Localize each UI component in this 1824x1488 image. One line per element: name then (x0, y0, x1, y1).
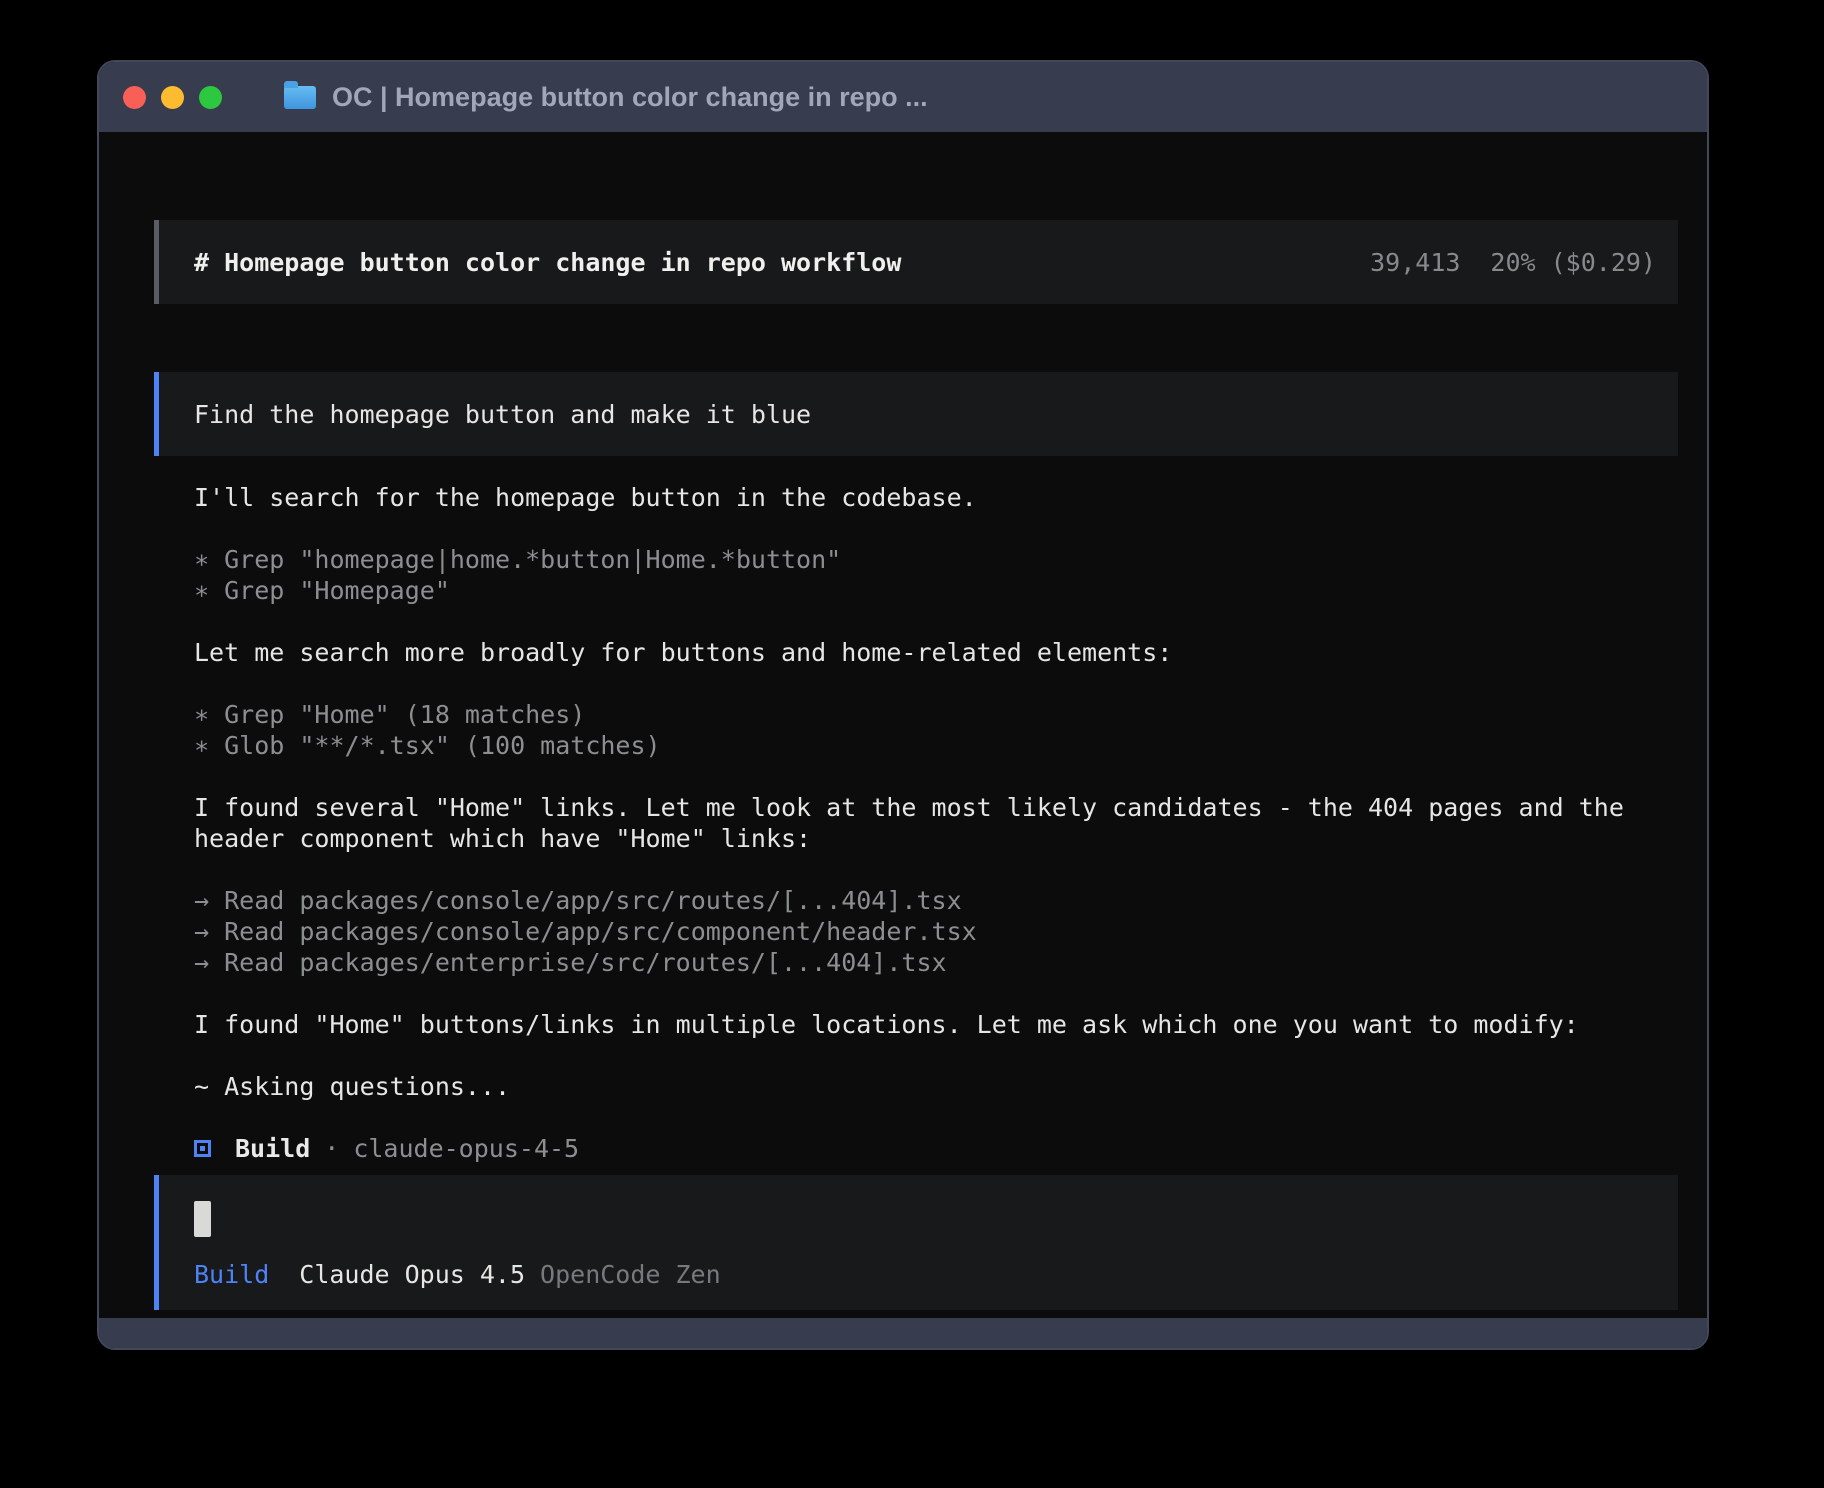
tool-call-grep: ∗ Grep "homepage|home.*button|Home.*butt… (194, 544, 1678, 575)
prompt-input[interactable]: Build Claude Opus 4.5 OpenCode Zen (154, 1175, 1678, 1310)
tool-call-glob: ∗ Glob "**/*.tsx" (100 matches) (194, 730, 1678, 761)
session-title: # Homepage button color change in repo w… (194, 248, 901, 277)
agent-icon-inner (200, 1146, 205, 1151)
blank-line (194, 854, 1678, 885)
assistant-text: I found several "Home" links. Let me loo… (194, 792, 1678, 854)
minimize-button[interactable] (161, 86, 184, 109)
input-footer: Build Claude Opus 4.5 OpenCode Zen (194, 1259, 1656, 1290)
blank-line (194, 761, 1678, 792)
window-title: OC | Homepage button color change in rep… (332, 82, 928, 113)
terminal-content: # Homepage button color change in repo w… (99, 132, 1707, 1320)
tool-call-grep: ∗ Grep "Home" (18 matches) (194, 699, 1678, 730)
tool-call-read: → Read packages/enterprise/src/routes/[.… (194, 947, 1678, 978)
assistant-text: Let me search more broadly for buttons a… (194, 637, 1678, 668)
provider-label: OpenCode Zen (540, 1259, 721, 1290)
model-label[interactable]: Claude Opus 4.5 (299, 1259, 525, 1290)
traffic-lights (123, 86, 222, 109)
text-cursor (194, 1201, 211, 1237)
agent-name: Build (235, 1133, 310, 1164)
agent-row: Build · claude-opus-4-5 (194, 1133, 1678, 1164)
close-button[interactable] (123, 86, 146, 109)
blank-line (194, 978, 1678, 1009)
session-stats: 39,413 20% ($0.29) (1370, 248, 1656, 277)
context-cost: 20% ($0.29) (1490, 248, 1656, 277)
blank-line (194, 606, 1678, 637)
agent-icon (194, 1140, 211, 1157)
blank-line (194, 668, 1678, 699)
session-header: # Homepage button color change in repo w… (154, 220, 1678, 304)
terminal-window: OC | Homepage button color change in rep… (97, 60, 1709, 1350)
blank-line (194, 1040, 1678, 1071)
assistant-text: I found "Home" buttons/links in multiple… (194, 1009, 1678, 1040)
tool-call-grep: ∗ Grep "Homepage" (194, 575, 1678, 606)
blank-line (194, 513, 1678, 544)
user-message: Find the homepage button and make it blu… (154, 372, 1678, 456)
blank-line (194, 1102, 1678, 1133)
user-message-text: Find the homepage button and make it blu… (194, 400, 811, 429)
agent-model: claude-opus-4-5 (353, 1133, 579, 1164)
bottom-chrome-strip (99, 1318, 1707, 1348)
assistant-text: I'll search for the homepage button in t… (194, 482, 1678, 513)
mode-label[interactable]: Build (194, 1259, 269, 1290)
status-text-asking: ~ Asking questions... (194, 1071, 1678, 1102)
token-count: 39,413 (1370, 248, 1460, 277)
transcript: I'll search for the homepage button in t… (194, 482, 1678, 1164)
tool-call-read: → Read packages/console/app/src/routes/[… (194, 885, 1678, 916)
zoom-button[interactable] (199, 86, 222, 109)
tool-call-read: → Read packages/console/app/src/componen… (194, 916, 1678, 947)
agent-separator: · (324, 1133, 339, 1164)
folder-icon (284, 86, 316, 109)
titlebar: OC | Homepage button color change in rep… (99, 62, 1707, 132)
